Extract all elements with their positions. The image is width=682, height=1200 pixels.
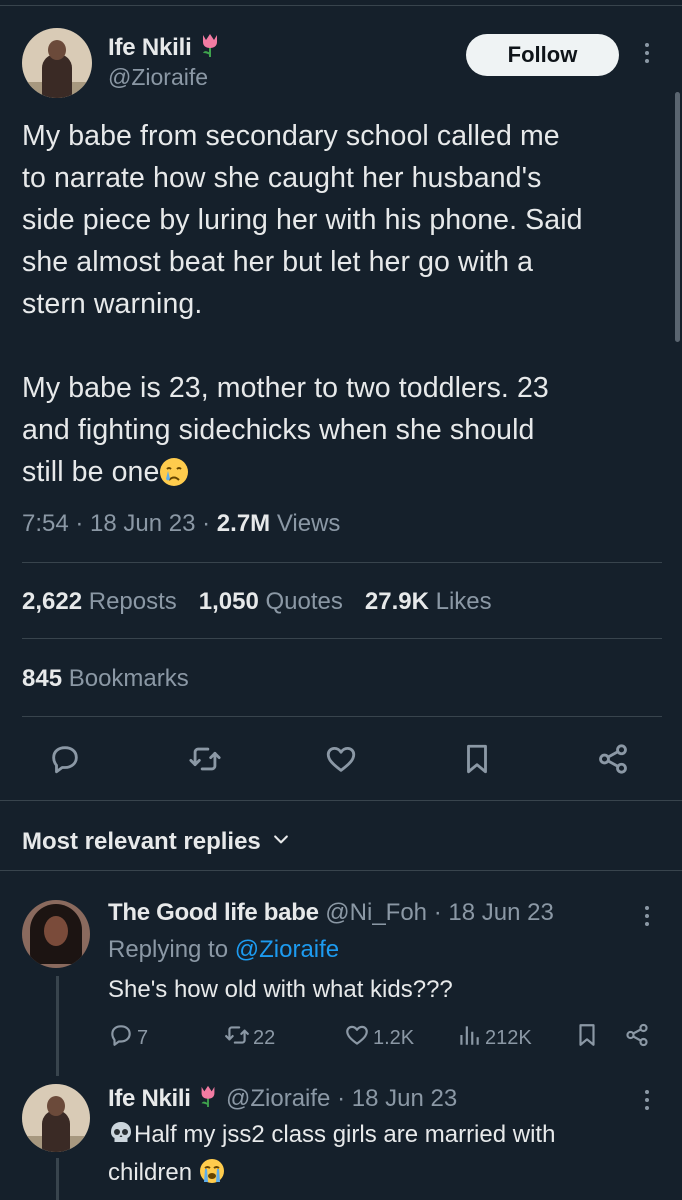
thread-connector	[56, 976, 59, 1076]
reply-date[interactable]: 18 Jun 23	[352, 1085, 457, 1112]
repost-icon	[224, 1022, 250, 1054]
skull-emoji	[108, 1120, 134, 1156]
replying-prefix: Replying to	[108, 936, 229, 963]
author-name[interactable]: Ife Nkili	[108, 34, 192, 61]
like-icon[interactable]	[324, 742, 358, 776]
follow-button[interactable]: Follow	[466, 34, 619, 76]
view-count: 212K	[485, 1026, 532, 1049]
bookmarks-label: Bookmarks	[68, 665, 189, 692]
author-handle[interactable]: @Zioraife	[108, 64, 208, 91]
reply-author-name[interactable]: Ife Nkili	[108, 1085, 191, 1112]
divider	[0, 800, 682, 801]
divider	[0, 870, 682, 871]
quotes-label: Quotes	[265, 588, 343, 615]
more-options-icon[interactable]	[643, 1090, 651, 1110]
reposts-stat[interactable]: 2,622 Reposts	[22, 588, 177, 616]
chevron-down-icon	[271, 828, 291, 856]
reply-share-action[interactable]	[624, 1022, 650, 1054]
likes-count: 27.9K	[364, 588, 429, 615]
separator-dot: ·	[337, 1084, 346, 1112]
author-name-row[interactable]: Ife Nkili	[108, 32, 222, 65]
reply-icon	[108, 1022, 134, 1054]
reply-text-body-1: Half my jss2 class girls are married wit…	[134, 1121, 556, 1148]
reply-text: She's how old with what kids???	[108, 976, 453, 1003]
quotes-stat[interactable]: 1,050 Quotes	[199, 588, 343, 616]
separator-dot: ·	[433, 899, 442, 926]
bookmark-icon[interactable]	[460, 742, 494, 776]
bookmarks-stat[interactable]: 845 Bookmarks	[22, 665, 189, 693]
replies-sort-dropdown[interactable]: Most relevant replies	[22, 828, 291, 856]
reply-text-body-2: children	[108, 1159, 193, 1186]
reply-bookmark-action[interactable]	[574, 1022, 600, 1054]
repost-icon[interactable]	[188, 742, 222, 776]
views-label: Views	[276, 510, 341, 537]
tweet-text: My babe from secondary school called me …	[22, 115, 662, 499]
reply-reply-action[interactable]: 7	[108, 1022, 148, 1054]
tulip-icon	[197, 1084, 219, 1115]
replies-header: Most relevant replies	[22, 828, 261, 855]
divider	[22, 638, 662, 639]
reply-text: Half my jss2 class girls are married wit…	[108, 1118, 648, 1194]
loudly-crying-face-emoji	[199, 1158, 225, 1194]
likes-stat[interactable]: 27.9K Likes	[365, 588, 492, 616]
reply-count: 7	[137, 1026, 149, 1049]
reply-icon[interactable]	[48, 742, 82, 776]
replying-to-handle[interactable]: @Zioraife	[235, 936, 339, 963]
reply-text-line-2: children	[108, 1156, 648, 1194]
reply-repost-action[interactable]: 22	[224, 1022, 275, 1054]
reply-avatar[interactable]	[22, 1084, 90, 1152]
thread-connector	[56, 1158, 59, 1200]
like-count: 1.2K	[373, 1026, 415, 1049]
reply-date[interactable]: 18 Jun 23	[448, 899, 553, 926]
author-avatar[interactable]	[22, 28, 92, 98]
tweet-text-body: My babe from secondary school called me …	[22, 120, 583, 488]
divider	[22, 562, 662, 563]
replying-to: Replying to @Zioraife	[108, 936, 339, 964]
crying-face-emoji	[159, 457, 189, 499]
reply-header: Ife Nkili @Zioraife · 18 Jun 23	[108, 1084, 457, 1115]
scrollbar-thumb[interactable]	[675, 92, 680, 342]
reposts-label: Reposts	[88, 588, 177, 615]
engagement-stats: 2,622 Reposts 1,050 Quotes 27.9K Likes	[22, 588, 492, 616]
share-icon	[624, 1022, 650, 1054]
reply-like-action[interactable]: 1.2K	[344, 1022, 414, 1054]
more-options-icon[interactable]	[643, 43, 651, 63]
reply-header: The Good life babe @Ni_Foh · 18 Jun 23	[108, 899, 554, 927]
tweet-date[interactable]: 18 Jun 23	[90, 510, 195, 537]
reply-text-line-1: Half my jss2 class girls are married wit…	[108, 1118, 648, 1156]
reply-views-action[interactable]: 212K	[456, 1022, 532, 1054]
views-icon	[456, 1022, 482, 1054]
like-icon	[344, 1022, 370, 1054]
tweet-timestamp-row: 7:54 · 18 Jun 23 · 2.7M Views	[22, 510, 341, 537]
share-icon[interactable]	[596, 742, 630, 776]
tweet-time[interactable]: 7:54	[22, 510, 69, 537]
reply-author-handle[interactable]: @Zioraife	[226, 1085, 330, 1112]
bookmarks-count: 845	[22, 665, 63, 692]
likes-label: Likes	[435, 588, 492, 615]
reply-author-name[interactable]: The Good life babe	[108, 899, 319, 926]
bookmark-icon	[574, 1022, 600, 1054]
views-count: 2.7M	[216, 510, 271, 537]
divider	[22, 716, 662, 717]
tulip-icon	[198, 32, 222, 65]
top-divider	[0, 5, 682, 6]
reply-author-handle[interactable]: @Ni_Foh	[325, 899, 427, 926]
quotes-count: 1,050	[198, 588, 259, 615]
reply-avatar[interactable]	[22, 900, 90, 968]
repost-count: 22	[253, 1026, 276, 1049]
reposts-count: 2,622	[22, 588, 83, 615]
more-options-icon[interactable]	[643, 906, 651, 926]
